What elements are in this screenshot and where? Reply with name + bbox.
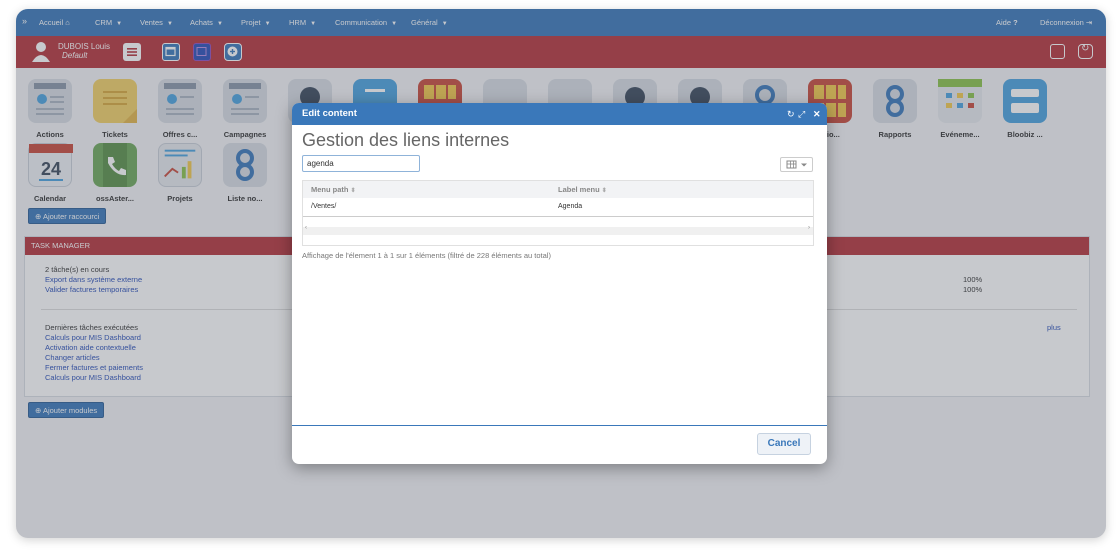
column-header-label-menu[interactable]: Label menu ⬍: [558, 181, 813, 198]
links-table: Menu path ⬍ Label menu ⬍ /Ventes/ Agenda…: [302, 180, 814, 246]
dialog-title: Gestion des liens internes: [302, 130, 510, 150]
columns-icon: [786, 160, 807, 169]
sort-icon: ⬍: [350, 188, 356, 194]
cell-menu-path: /Ventes/: [311, 203, 337, 210]
edit-content-dialog: Edit content ↻ ⤢ ✕ Gestion des liens int…: [292, 103, 827, 464]
divider: [303, 216, 813, 217]
expand-icon[interactable]: ⤢: [798, 103, 805, 125]
dialog-header: Edit content: [292, 103, 827, 125]
close-icon[interactable]: ✕: [813, 103, 821, 125]
dialog-footer-divider: [292, 425, 827, 426]
dialog-header-title: Edit content: [302, 108, 357, 119]
column-header-label: Menu path: [311, 185, 349, 194]
horizontal-scrollbar[interactable]: ‹ ›: [303, 225, 813, 235]
scroll-right-icon[interactable]: ›: [808, 225, 810, 231]
sort-icon: ⬍: [601, 188, 607, 194]
column-selector-button[interactable]: [780, 157, 813, 172]
column-header-menu-path[interactable]: Menu path ⬍: [303, 181, 558, 198]
table-info: Affichage de l'élement 1 à 1 sur 1 éléme…: [302, 251, 551, 260]
cell-label-menu: Agenda: [558, 203, 583, 210]
search-input[interactable]: [302, 155, 420, 172]
table-row[interactable]: /Ventes/ Agenda: [303, 198, 813, 216]
app-window: » Accueil ⌂ CRM ▼ Ventes ▼ Achats ▼ Projet ▼…: [16, 9, 1106, 538]
column-header-label: Label menu: [558, 185, 600, 194]
scroll-left-icon[interactable]: ‹: [305, 225, 307, 231]
refresh-icon[interactable]: ↻: [787, 103, 795, 125]
cancel-button[interactable]: Cancel: [757, 433, 811, 455]
